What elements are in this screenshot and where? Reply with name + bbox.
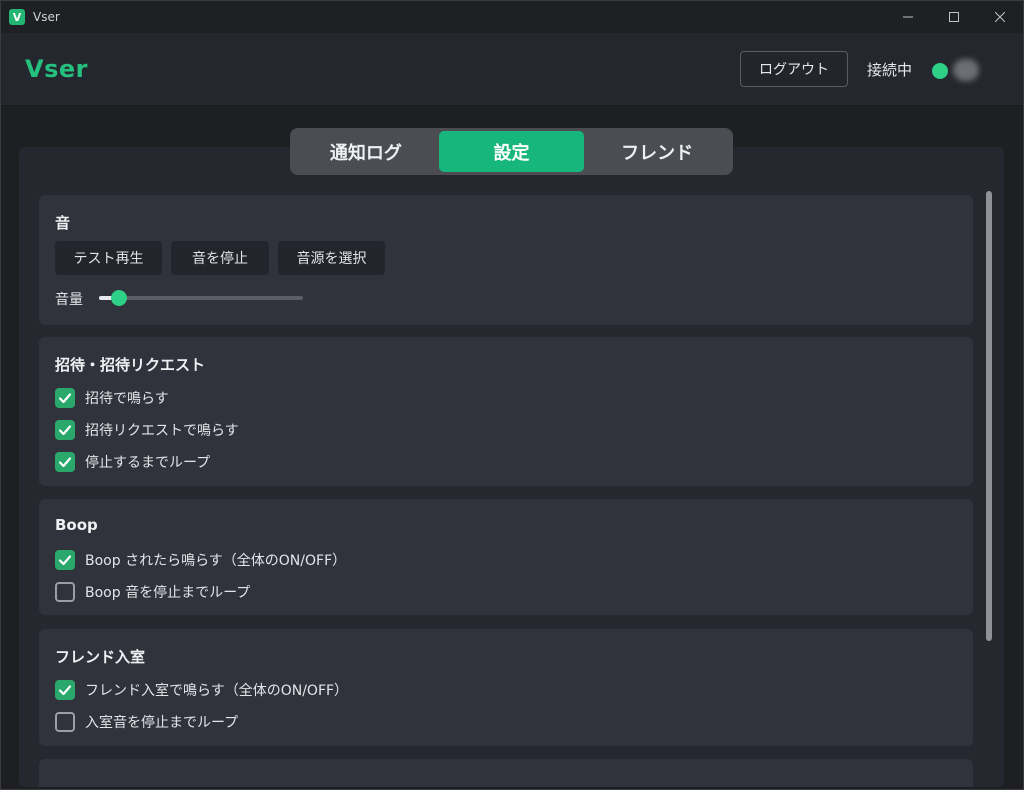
sound-card: 音 テスト再生 音を停止 音源を選択 音量 [39,195,973,325]
checkmark-icon [58,555,72,566]
app-header: Vser ログアウト 接続中 [1,33,1023,106]
checkbox-label: 停止するまでループ [85,455,211,471]
volume-label: 音量 [55,292,83,308]
volume-slider[interactable] [99,290,303,306]
checkbox-label: Boop されたら鳴らす（全体のON/OFF） [85,553,347,569]
tab-notification-log[interactable]: 通知ログ [293,131,439,172]
checkmark-icon [58,685,72,696]
boop-option-loop[interactable]: Boop 音を停止までループ [55,580,250,604]
window-title: Vser [33,10,60,24]
checkbox-label: Boop 音を停止までループ [85,585,251,601]
checkbox-label: 入室音を停止までループ [85,715,239,731]
tab-friends[interactable]: フレンド [584,131,730,172]
invite-option-request-ring[interactable]: 招待リクエストで鳴らす [55,418,239,442]
brand-logo: Vser [25,55,88,83]
minimize-icon [903,16,913,18]
invite-option-loop[interactable]: 停止するまでループ [55,450,210,474]
scrollbar-thumb[interactable] [986,191,992,641]
friend-join-title: フレンド入室 [55,648,146,666]
invite-card: 招待・招待リクエスト 招待で鳴らす 招待リクエストで鳴らす 停止するまでループ [39,337,973,486]
checkmark-icon [58,457,72,468]
tab-settings[interactable]: 設定 [438,131,585,172]
volume-slider-thumb[interactable] [111,290,128,306]
maximize-icon [949,12,959,22]
avatar[interactable] [953,59,979,81]
checkbox-checked[interactable] [55,550,75,570]
close-icon [995,12,1005,22]
test-play-button[interactable]: テスト再生 [55,241,162,275]
minimize-button[interactable] [885,1,931,33]
app-window: V Vser Vser ログアウト 接続中 通知ログ 設定 フレンド 音 テスト… [0,0,1024,790]
checkbox-checked[interactable] [55,452,75,472]
tab-bar: 通知ログ 設定 フレンド [290,128,733,175]
select-source-button[interactable]: 音源を選択 [278,241,385,275]
friend-join-option-loop[interactable]: 入室音を停止までループ [55,710,238,734]
next-card [39,759,973,787]
stop-sound-button[interactable]: 音を停止 [171,241,269,275]
friend-join-option-ring[interactable]: フレンド入室で鳴らす（全体のON/OFF） [55,678,348,702]
main-area: 通知ログ 設定 フレンド 音 テスト再生 音を停止 音源を選択 音量 招待・招待… [1,106,1023,789]
close-button[interactable] [977,1,1023,33]
friend-join-card: フレンド入室 フレンド入室で鳴らす（全体のON/OFF） 入室音を停止までループ [39,629,973,746]
checkbox-label: フレンド入室で鳴らす（全体のON/OFF） [85,683,349,699]
window-controls [885,1,1023,33]
checkbox-checked[interactable] [55,680,75,700]
checkbox-unchecked[interactable] [55,582,75,602]
logout-button[interactable]: ログアウト [740,51,848,87]
checkmark-icon [58,425,72,436]
boop-card: Boop Boop されたら鳴らす（全体のON/OFF） Boop 音を停止まで… [39,499,973,615]
checkbox-label: 招待リクエストで鳴らす [85,423,239,439]
app-logo-icon: V [9,9,25,25]
settings-panel: 音 テスト再生 音を停止 音源を選択 音量 招待・招待リクエスト 招待で鳴らす [19,147,1004,787]
title-bar: V Vser [1,1,1023,33]
invite-option-ring[interactable]: 招待で鳴らす [55,386,169,410]
boop-option-ring[interactable]: Boop されたら鳴らす（全体のON/OFF） [55,548,346,572]
invite-title: 招待・招待リクエスト [55,356,206,374]
sound-title: 音 [55,214,71,232]
checkbox-unchecked[interactable] [55,712,75,732]
checkbox-checked[interactable] [55,388,75,408]
checkbox-checked[interactable] [55,420,75,440]
checkmark-icon [58,393,72,404]
status-dot-icon [932,63,948,79]
boop-title: Boop [55,516,98,534]
checkbox-label: 招待で鳴らす [85,391,169,407]
connection-status: 接続中 [867,61,913,79]
maximize-button[interactable] [931,1,977,33]
